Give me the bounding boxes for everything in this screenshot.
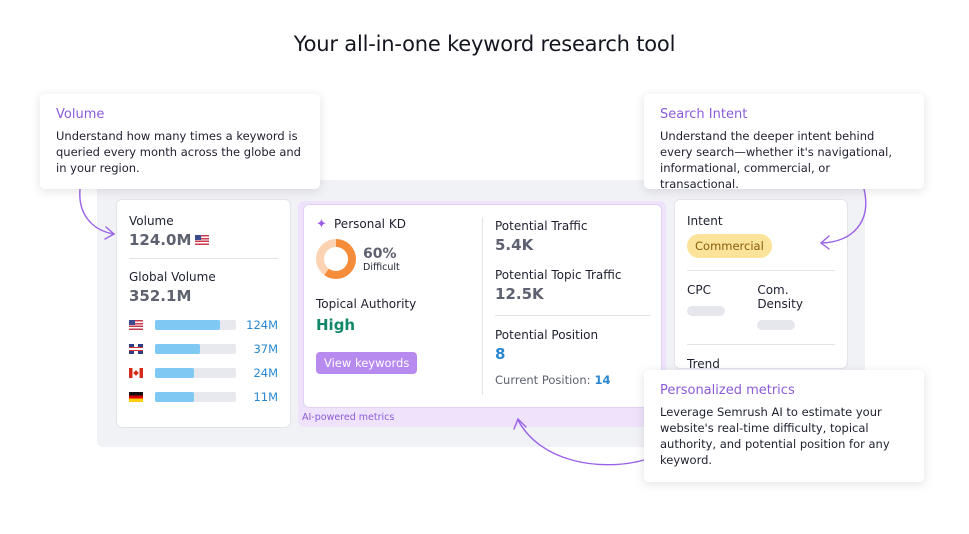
intent-card: Intent Commercial CPC Com. Density Trend: [674, 199, 848, 369]
cpc-density-row: CPC Com. Density: [687, 283, 835, 330]
volume-bar-fill: [155, 392, 194, 402]
kd-percent: 60%: [363, 245, 397, 262]
page-title: Your all-in-one keyword research tool: [293, 32, 676, 56]
volume-bar: [155, 320, 236, 330]
country-volume-value[interactable]: 24M: [253, 366, 278, 380]
sparkle-icon: ✦: [316, 216, 327, 232]
current-position-value[interactable]: 14: [595, 373, 611, 387]
intent-label: Intent: [687, 214, 723, 228]
search-intent-tooltip: Search Intent Understand the deeper inte…: [644, 94, 924, 191]
volume-tooltip-title: Volume: [56, 107, 105, 122]
country-volume-value[interactable]: 124M: [246, 318, 278, 332]
volume-value-row: 124.0M: [129, 231, 278, 249]
country-volume-value[interactable]: 37M: [253, 342, 278, 356]
search-intent-tooltip-title: Search Intent: [660, 107, 748, 122]
personal-kd-label: Personal KD: [334, 217, 406, 231]
kd-donut-chart: [316, 239, 356, 279]
cpc-placeholder: [687, 306, 725, 316]
divider: [129, 258, 278, 259]
current-position-label: Current Position:: [495, 373, 591, 387]
volume-value: 124.0M: [129, 231, 192, 249]
uk-flag-icon: [129, 344, 143, 354]
volume-bar-fill: [155, 368, 194, 378]
column-divider: [482, 217, 483, 395]
divider: [687, 344, 835, 345]
volume-bar: [155, 392, 236, 402]
global-volume-label: Global Volume: [129, 270, 216, 284]
potential-traffic-label: Potential Traffic: [495, 219, 588, 233]
potential-position-label: Potential Position: [495, 328, 599, 342]
volume-bar-fill: [155, 320, 220, 330]
ai-right-column: Potential Traffic 5.4K Potential Topic T…: [495, 219, 651, 387]
cpc-column: CPC: [687, 283, 757, 330]
volume-bar: [155, 344, 236, 354]
potential-topic-traffic-label: Potential Topic Traffic: [495, 268, 622, 282]
germany-flag-icon: [129, 392, 143, 402]
volume-label: Volume: [129, 214, 174, 228]
volume-tooltip-body: Understand how many times a keyword is q…: [56, 129, 301, 175]
potential-topic-traffic-value: 12.5K: [495, 285, 544, 303]
country-row-canada: 24M: [129, 361, 278, 385]
country-row-germany: 11M: [129, 385, 278, 409]
divider: [687, 270, 835, 271]
us-flag-icon: [195, 235, 210, 245]
kd-text: 60% Difficult: [356, 246, 400, 273]
ai-powered-caption: AI-powered metrics: [302, 412, 395, 423]
global-volume-value: 352.1M: [129, 287, 192, 305]
canada-flag-icon: [129, 368, 143, 378]
density-placeholder: [757, 320, 796, 330]
personalized-metrics-tooltip: Personalized metrics Leverage Semrush AI…: [644, 370, 924, 482]
personalized-metrics-tooltip-body: Leverage Semrush AI to estimate your web…: [660, 405, 890, 467]
ai-metrics-card: ✦ Personal KD 60% Difficult Topical Auth…: [303, 204, 662, 408]
kd-difficulty-level: Difficult: [363, 261, 400, 273]
potential-position-value[interactable]: 8: [495, 345, 651, 363]
com-density-label: Com. Density: [757, 283, 803, 311]
cpc-label: CPC: [687, 283, 711, 297]
country-row-uk: 37M: [129, 337, 278, 361]
potential-traffic-value: 5.4K: [495, 236, 534, 254]
current-position: Current Position: 14: [495, 373, 651, 387]
personalized-metrics-tooltip-title: Personalized metrics: [660, 383, 795, 398]
view-keywords-button[interactable]: View keywords: [316, 352, 418, 374]
intent-badge: Commercial: [687, 234, 772, 258]
trend-label: Trend: [687, 357, 720, 369]
volume-card: Volume 124.0M Global Volume 352.1M 124M …: [116, 199, 291, 428]
volume-bar: [155, 368, 236, 378]
density-column: Com. Density: [757, 283, 835, 330]
volume-bar-fill: [155, 344, 201, 354]
search-intent-tooltip-body: Understand the deeper intent behind ever…: [660, 129, 892, 191]
divider: [495, 315, 651, 316]
country-volume-value[interactable]: 11M: [253, 390, 278, 404]
volume-tooltip: Volume Understand how many times a keywo…: [40, 94, 320, 189]
country-row-us: 124M: [129, 313, 278, 337]
us-flag-icon: [129, 320, 143, 330]
